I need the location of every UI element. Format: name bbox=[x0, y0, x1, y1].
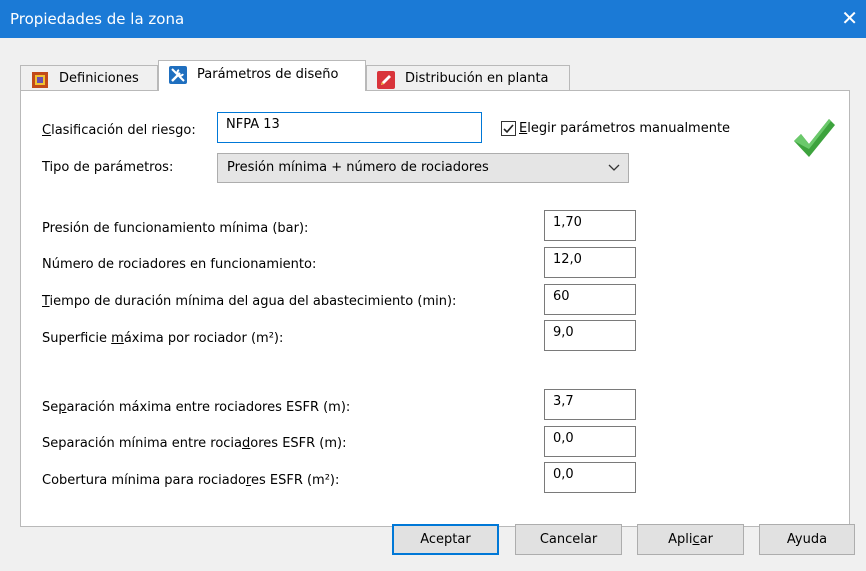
min-esfr-coverage-label: Cobertura mínima para rociadores ESFR (m… bbox=[42, 473, 340, 488]
title-bar: Propiedades de la zona ✕ bbox=[0, 0, 866, 38]
tools-icon bbox=[169, 66, 187, 84]
close-icon[interactable]: ✕ bbox=[841, 6, 858, 30]
max-esfr-spacing-input[interactable]: 3,7 bbox=[544, 389, 636, 420]
tab-label: Parámetros de diseño bbox=[197, 67, 339, 82]
max-area-input[interactable]: 9,0 bbox=[544, 320, 636, 351]
risk-classification-input[interactable]: NFPA 13 bbox=[217, 112, 482, 143]
sprinkler-count-label: Número de rociadores en funcionamiento: bbox=[42, 257, 317, 272]
parameter-type-value: Presión mínima + número de rociadores bbox=[227, 160, 489, 175]
accept-button[interactable]: Aceptar bbox=[392, 524, 499, 555]
tab-parametros[interactable]: Parámetros de diseño bbox=[158, 60, 366, 91]
min-pressure-input[interactable]: 1,70 bbox=[544, 210, 636, 241]
min-pressure-label: Presión de funcionamiento mínima (bar): bbox=[42, 221, 309, 236]
tab-distribucion[interactable]: Distribución en planta bbox=[366, 65, 570, 90]
min-esfr-spacing-label: Separación mínima entre rociadores ESFR … bbox=[42, 436, 347, 451]
tab-label: Distribución en planta bbox=[405, 71, 549, 86]
cancel-button[interactable]: Cancelar bbox=[515, 524, 622, 555]
manual-parameters-label[interactable]: Elegir parámetros manualmente bbox=[519, 121, 730, 136]
water-duration-label: Tiempo de duración mínima del agua del a… bbox=[42, 294, 457, 309]
min-esfr-spacing-input[interactable]: 0,0 bbox=[544, 426, 636, 457]
window-title: Propiedades de la zona bbox=[10, 10, 185, 28]
water-duration-input[interactable]: 60 bbox=[544, 284, 636, 315]
dialog-body: Definiciones Parámetros de diseño Distri… bbox=[0, 38, 866, 571]
apply-button[interactable]: Aplicar bbox=[637, 524, 744, 555]
parameter-type-label: Tipo de parámetros: bbox=[42, 160, 174, 175]
parameters-panel: Clasificación del riesgo: NFPA 13 Elegir… bbox=[20, 90, 850, 527]
tab-definiciones[interactable]: Definiciones bbox=[20, 65, 158, 90]
chevron-down-icon bbox=[608, 161, 620, 177]
valid-check-icon bbox=[791, 115, 837, 165]
definitions-icon bbox=[31, 71, 49, 89]
help-button[interactable]: Ayuda bbox=[759, 524, 855, 555]
min-esfr-coverage-input[interactable]: 0,0 bbox=[544, 462, 636, 493]
max-esfr-spacing-label: Separación máxima entre rociadores ESFR … bbox=[42, 400, 351, 415]
parameter-type-select[interactable]: Presión mínima + número de rociadores bbox=[217, 153, 629, 183]
sprinkler-count-input[interactable]: 12,0 bbox=[544, 247, 636, 278]
tab-label: Definiciones bbox=[59, 71, 139, 86]
risk-classification-label: Clasificación del riesgo: bbox=[42, 123, 196, 138]
manual-parameters-checkbox[interactable] bbox=[501, 121, 516, 136]
max-area-label: Superficie máxima por rociador (m²): bbox=[42, 331, 284, 346]
checkmark-icon bbox=[503, 124, 514, 134]
pencil-icon bbox=[377, 71, 395, 89]
